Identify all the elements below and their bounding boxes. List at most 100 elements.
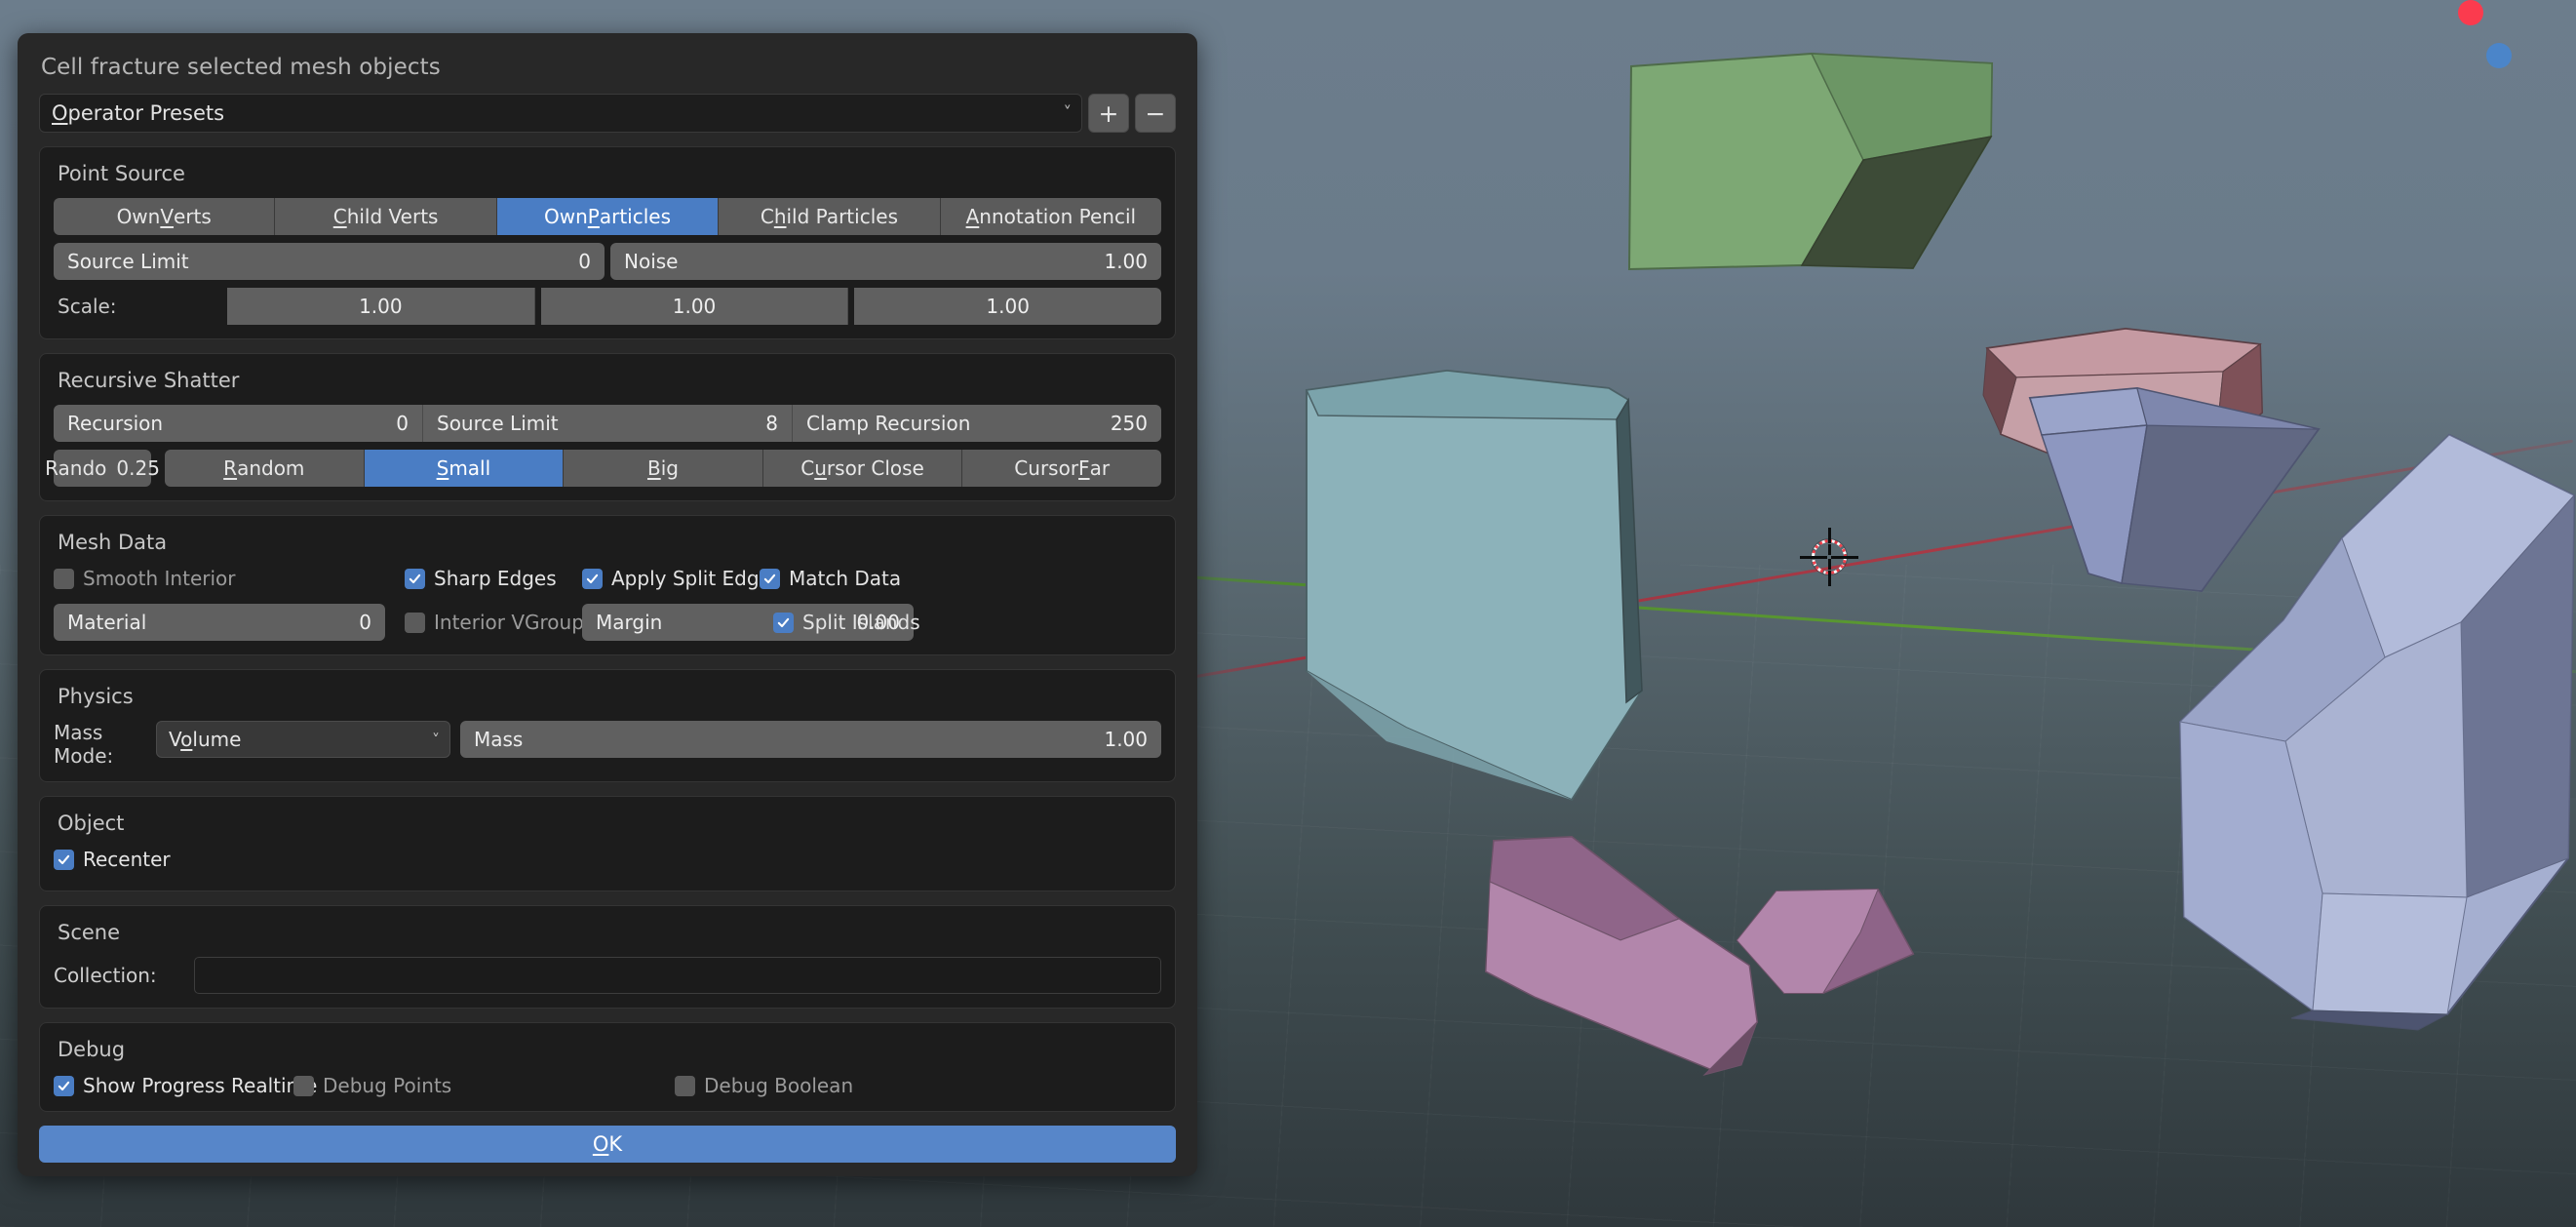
interior-vgroup-checkbox[interactable]: Interior VGroup	[405, 611, 584, 634]
match-data-checkbox[interactable]: Match Data	[760, 567, 901, 590]
scale-row: Scale: 1.00 1.00 1.00	[54, 288, 1162, 325]
remove-preset-button[interactable]: −	[1135, 94, 1176, 133]
section-physics: Physics Mass Mode: Volume ˅ Mass 1.00	[39, 669, 1176, 782]
noise-field[interactable]: Noise 1.00	[610, 243, 1161, 280]
recursion-field[interactable]: Recursion 0	[54, 405, 423, 442]
smooth-interior-label: Smooth Interior	[83, 567, 236, 590]
physics-title: Physics	[58, 685, 134, 708]
recursive-mode-random[interactable]: Random	[165, 450, 365, 487]
checkmark-icon	[54, 849, 74, 870]
clamp-recursion-field[interactable]: Clamp Recursion 250	[793, 405, 1161, 442]
debug-row: Show Progress Realtime Debug Points Debu…	[54, 1074, 1161, 1097]
material-value: 0	[359, 611, 371, 634]
scale-y-field[interactable]: 1.00	[540, 288, 849, 325]
ok-button[interactable]: OK	[39, 1126, 1176, 1163]
rando-field[interactable]: Rando 0.25	[45, 450, 160, 487]
show-progress-realtime-checkbox[interactable]: Show Progress Realtime	[54, 1074, 317, 1097]
mesh-green-shard[interactable]	[1627, 39, 2009, 273]
point-source-mode-group: Own Verts Child Verts Own Particles Ch il…	[54, 198, 1162, 235]
mesh-magenta-shard-small[interactable]	[1734, 888, 1919, 1005]
recursive-shatter-title: Recursive Shatter	[58, 369, 240, 392]
checkmark-icon	[773, 612, 794, 633]
mass-mode-dropdown[interactable]: Volume ˅	[156, 721, 450, 758]
apply-split-edge-checkbox[interactable]: Apply Split Edge	[582, 567, 771, 590]
gizmo-axis-x-icon[interactable]	[2458, 0, 2483, 25]
mass-label: Mass	[474, 728, 524, 751]
smooth-interior-checkbox[interactable]: Smooth Interior	[54, 567, 235, 590]
scene-title: Scene	[58, 921, 121, 944]
section-debug: Debug Show Progress Realtime Debug Point…	[39, 1022, 1176, 1112]
checkbox-off-icon	[54, 568, 74, 589]
recenter-checkbox[interactable]: Recenter	[54, 848, 171, 871]
section-recursive-shatter: Recursive Shatter Recursion 0 Source Lim…	[39, 353, 1176, 501]
margin-label: Margin	[596, 611, 663, 634]
scale-z-field[interactable]: 1.00	[854, 288, 1162, 325]
debug-title: Debug	[58, 1038, 126, 1061]
split-islands-label: Split Islands	[802, 611, 920, 634]
operator-presets-dropdown[interactable]: Operator Presets ˅	[39, 94, 1082, 133]
recursive-source-limit-value: 8	[765, 412, 778, 435]
checkbox-off-icon	[675, 1075, 695, 1096]
mesh-blue-block-shard[interactable]	[2174, 429, 2576, 1034]
dialog-title: Cell fracture selected mesh objects	[41, 55, 441, 80]
add-preset-button[interactable]: +	[1088, 94, 1129, 133]
interior-vgroup-label: Interior VGroup	[434, 611, 584, 634]
clamp-recursion-label: Clamp Recursion	[806, 412, 971, 435]
recenter-label: Recenter	[83, 848, 171, 871]
debug-points-checkbox[interactable]: Debug Points	[293, 1074, 669, 1097]
mass-mode-label: Mass Mode:	[54, 721, 114, 768]
noise-label: Noise	[624, 250, 679, 273]
recursive-source-limit-field[interactable]: Source Limit 8	[423, 405, 793, 442]
collection-input[interactable]	[194, 957, 1161, 994]
rando-value: 0.25	[116, 456, 160, 480]
recursive-mode-cursor-far[interactable]: Cursor Far	[962, 450, 1161, 487]
point-source-title: Point Source	[58, 162, 185, 185]
scale-x-field[interactable]: 1.00	[227, 288, 535, 325]
section-scene: Scene Collection:	[39, 905, 1176, 1009]
mode-child-particles[interactable]: Ch ild Particles	[719, 198, 941, 235]
source-limit-value: 0	[578, 250, 591, 273]
sharp-edges-label: Sharp Edges	[434, 567, 557, 590]
mode-own-particles[interactable]: Own Particles	[496, 198, 720, 235]
source-limit-field[interactable]: Source Limit 0	[54, 243, 605, 280]
physics-row: Mass Mode: Volume ˅ Mass 1.00	[54, 721, 1161, 768]
source-limit-label: Source Limit	[67, 250, 189, 273]
checkmark-icon	[405, 568, 425, 589]
match-data-label: Match Data	[789, 567, 902, 590]
split-islands-checkbox[interactable]: Split Islands	[773, 611, 920, 634]
noise-value: 1.00	[1104, 250, 1148, 273]
mode-own-verts[interactable]: Own Verts	[54, 198, 276, 235]
cell-fracture-dialog: Cell fracture selected mesh objects Oper…	[18, 33, 1197, 1176]
recursive-mode-small[interactable]: Small	[364, 450, 565, 487]
mesh-data-fields-row: Material 0 Interior VGroup Margin 0.00 S…	[54, 604, 1161, 641]
scale-label: Scale:	[58, 295, 117, 318]
checkbox-off-icon	[405, 612, 425, 633]
recursive-mode-group: Random Small Big Cu rsor Close Cursor Far	[165, 450, 1161, 487]
object-title: Object	[58, 811, 125, 835]
recursive-mode-cursor-close[interactable]: Cu rsor Close	[762, 450, 963, 487]
checkbox-off-icon	[293, 1075, 314, 1096]
mesh-teal-shard[interactable]	[1279, 359, 1669, 808]
mass-field[interactable]: Mass 1.00	[460, 721, 1161, 758]
debug-boolean-checkbox[interactable]: Debug Boolean	[675, 1074, 853, 1097]
apply-split-edge-label: Apply Split Edge	[611, 567, 771, 590]
gizmo-axis-z-icon[interactable]	[2486, 43, 2512, 68]
material-field[interactable]: Material 0	[54, 604, 385, 641]
debug-points-label: Debug Points	[323, 1074, 452, 1097]
object-row: Recenter	[54, 848, 1161, 877]
collection-label: Collection:	[54, 964, 157, 987]
checkmark-icon	[54, 1075, 74, 1096]
clamp-recursion-value: 250	[1110, 412, 1148, 435]
recursive-values-group: Recursion 0 Source Limit 8 Clamp Recursi…	[54, 405, 1161, 442]
mode-annotation-pencil[interactable]: Annotation Pencil	[940, 198, 1162, 235]
rando-label: Rando	[45, 456, 107, 480]
section-mesh-data: Mesh Data Smooth Interior Sharp Edges Ap…	[39, 515, 1176, 655]
mesh-data-checkbox-row: Smooth Interior Sharp Edges Apply Split …	[54, 567, 1161, 590]
mesh-magenta-shard-large[interactable]	[1484, 823, 1769, 1077]
scene-row: Collection:	[54, 957, 1161, 994]
recursion-label: Recursion	[67, 412, 164, 435]
preset-value-rest: perator Presets	[67, 101, 225, 125]
recursive-mode-big[interactable]: Big	[564, 450, 763, 487]
mode-child-verts[interactable]: Child Verts	[275, 198, 497, 235]
sharp-edges-checkbox[interactable]: Sharp Edges	[405, 567, 557, 590]
